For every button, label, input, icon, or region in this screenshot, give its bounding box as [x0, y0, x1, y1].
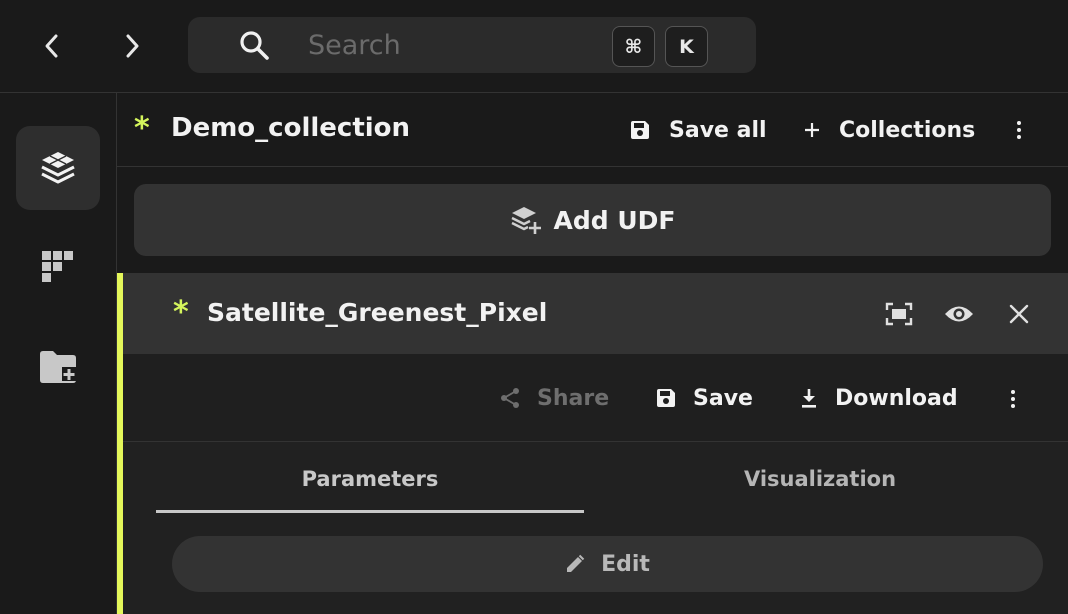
udf-title: Satellite_Greenest_Pixel — [207, 298, 548, 327]
focus-button[interactable] — [884, 299, 914, 329]
share-button[interactable]: Share — [499, 381, 609, 415]
plus-icon — [805, 123, 819, 137]
folder-add-icon — [40, 351, 76, 383]
download-icon — [802, 389, 816, 408]
top-bar: ⌘ K — [0, 0, 1068, 93]
save-label: Save — [693, 385, 753, 411]
collection-more-button[interactable] — [1013, 118, 1025, 146]
edit-button[interactable]: Edit — [172, 536, 1043, 592]
more-vertical-icon — [1017, 121, 1021, 139]
save-all-button[interactable]: Save all — [629, 113, 767, 147]
collections-label: Collections — [839, 117, 976, 143]
add-udf-label: Add UDF — [553, 205, 676, 235]
udf-tabs: Parameters Visualization — [156, 463, 1036, 513]
layers-add-icon — [510, 207, 541, 234]
rail-item-blocks[interactable] — [16, 225, 100, 309]
collection-header: * Demo_collection Save all Collections — [117, 93, 1068, 167]
download-label: Download — [835, 385, 958, 411]
share-label: Share — [537, 385, 610, 411]
pencil-icon — [567, 554, 585, 572]
grid-blocks-icon — [42, 251, 73, 282]
main-panel: * Demo_collection Save all Collections A… — [117, 93, 1068, 614]
back-button[interactable] — [32, 26, 72, 66]
udf-toolbar: Share Save Download — [123, 354, 1068, 442]
tab-parameters[interactable]: Parameters — [156, 463, 584, 513]
left-rail — [0, 93, 117, 614]
collection-title: Demo_collection — [171, 113, 411, 143]
rail-item-layers[interactable] — [16, 126, 100, 210]
more-vertical-icon — [1011, 390, 1015, 408]
forward-button[interactable] — [112, 26, 152, 66]
save-icon — [657, 389, 675, 407]
save-icon — [631, 121, 649, 139]
udf-more-button[interactable] — [1007, 387, 1019, 415]
layers-icon — [41, 152, 75, 184]
fullscreen-icon — [885, 302, 913, 326]
save-all-label: Save all — [669, 117, 767, 143]
chevron-right-icon — [126, 34, 139, 58]
visibility-toggle[interactable] — [944, 299, 974, 329]
search-input[interactable] — [308, 27, 588, 63]
search-bar[interactable]: ⌘ K — [188, 17, 756, 73]
udf-card: * Satellite_Greenest_Pixel Share Save Do… — [117, 273, 1068, 614]
app-window: ⌘ K — [0, 0, 1068, 614]
download-button[interactable]: Download — [799, 381, 958, 415]
rail-item-new-folder[interactable] — [16, 325, 100, 409]
shortcut-k-key: K — [665, 26, 708, 67]
tab-visualization[interactable]: Visualization — [606, 463, 1034, 513]
udf-header[interactable]: * Satellite_Greenest_Pixel — [123, 273, 1068, 354]
edit-label: Edit — [601, 551, 650, 577]
search-icon — [240, 31, 269, 60]
unsaved-marker: * — [134, 111, 150, 146]
collections-button[interactable]: Collections — [803, 113, 975, 147]
save-button[interactable]: Save — [655, 381, 753, 415]
shortcut-cmd-key: ⌘ — [612, 26, 655, 67]
add-udf-button[interactable]: Add UDF — [134, 184, 1051, 256]
eye-icon — [945, 306, 973, 322]
close-udf-button[interactable] — [1004, 299, 1034, 329]
chevron-left-icon — [45, 34, 58, 58]
share-icon — [501, 388, 519, 408]
udf-unsaved-marker: * — [173, 295, 189, 330]
close-icon — [1009, 304, 1029, 324]
